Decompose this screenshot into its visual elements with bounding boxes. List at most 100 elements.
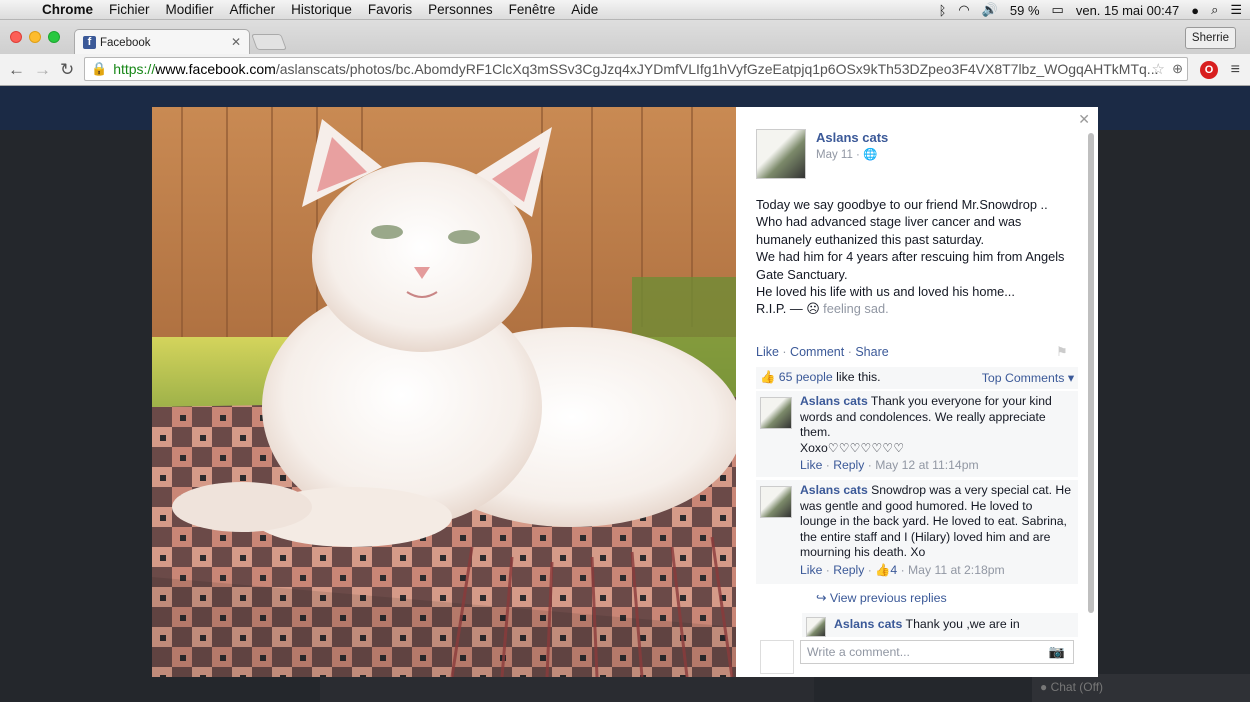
photo-viewer: ✕ Aslans cats May 11 · 🌐 Today we say go…: [152, 107, 1098, 677]
comment-item: Aslans cats Thank you everyone for your …: [756, 391, 1078, 477]
browser-toolbar: ← → ↻ 🔒 https:// www.facebook.com /aslan…: [0, 54, 1250, 86]
menu-aide[interactable]: Aide: [571, 2, 598, 17]
new-tab-button[interactable]: [251, 34, 287, 50]
share-link[interactable]: Share: [855, 345, 888, 359]
thumbs-up-icon: 👍: [875, 562, 891, 577]
menu-historique[interactable]: Historique: [291, 2, 352, 17]
bookmark-star-icon[interactable]: ☆: [1152, 60, 1165, 78]
comment-body: Aslans cats Snowdrop was a very special …: [800, 483, 1072, 578]
comment-time[interactable]: May 11 at 2:18pm: [908, 563, 1005, 577]
comment-link[interactable]: Comment: [790, 345, 844, 359]
current-user-avatar: [760, 640, 794, 674]
lock-icon: 🔒: [91, 61, 108, 76]
comment-meta: Like · Reply · 👍4 · May 11 at 2:18pm: [800, 562, 1005, 577]
reload-icon[interactable]: ↻: [60, 60, 74, 80]
panel-scrollbar[interactable]: [1088, 133, 1094, 613]
post-side-panel: ✕ Aslans cats May 11 · 🌐 Today we say go…: [736, 107, 1098, 677]
close-viewer-icon[interactable]: ✕: [1078, 111, 1090, 128]
comment-text-extra: Xoxo♡♡♡♡♡♡♡: [800, 440, 905, 455]
reply-author[interactable]: Aslans cats: [834, 617, 902, 631]
post-actions: Like · Comment · Share: [756, 345, 889, 359]
thumbs-up-icon: 👍: [760, 370, 776, 384]
facebook-favicon-icon: f: [83, 36, 96, 49]
extension-icon[interactable]: O: [1200, 61, 1218, 79]
post-line: Today we say goodbye to our friend Mr.Sn…: [756, 197, 1048, 212]
commenter-name[interactable]: Aslans cats: [800, 483, 868, 497]
post-line: He loved his life with us and loved his …: [756, 284, 1015, 300]
post-date[interactable]: May 11 · 🌐: [816, 147, 877, 161]
forward-icon[interactable]: →: [34, 60, 51, 80]
comment-like-link[interactable]: Like: [800, 563, 822, 577]
write-comment-input[interactable]: Write a comment... 📷: [800, 640, 1074, 664]
cat-photo[interactable]: [152, 107, 736, 677]
view-previous-label: View previous replies: [829, 591, 947, 605]
status-area: ᛒ ◠ 🔊 59 % ▭ ven. 15 mai 00:47 ● ⌕ ☰: [939, 0, 1242, 20]
cat-photo-illustration: [152, 107, 736, 677]
tab-title: Facebook: [100, 36, 151, 49]
dimmed-post-actions: [320, 676, 814, 702]
comment-time[interactable]: May 12 at 11:14pm: [875, 458, 978, 472]
comment-body: Aslans cats Thank you everyone for your …: [800, 394, 1072, 474]
like-link[interactable]: Like: [756, 345, 779, 359]
zoom-icon[interactable]: ⊕: [1172, 61, 1183, 77]
menu-fichier[interactable]: Fichier: [109, 2, 150, 17]
menu-chrome[interactable]: Chrome: [42, 2, 93, 17]
menu-fenetre[interactable]: Fenêtre: [509, 2, 556, 17]
address-bar[interactable]: 🔒 https:// www.facebook.com /aslanscats/…: [84, 57, 1188, 81]
chat-sidebar-tab[interactable]: ● Chat (Off): [1032, 674, 1250, 702]
zoom-window-button[interactable]: [48, 31, 60, 43]
menu-favoris[interactable]: Favoris: [368, 2, 412, 17]
globe-icon: 🌐: [863, 149, 878, 161]
comment-like-link[interactable]: Like: [800, 458, 822, 472]
post-line: Gate Sanctuary.: [756, 266, 848, 282]
post-text: Today we say goodbye to our friend Mr.Sn…: [756, 196, 1088, 318]
likes-count-link[interactable]: 65 people: [779, 370, 833, 384]
reply-arrow-icon: ↪: [816, 591, 830, 605]
menu-afficher[interactable]: Afficher: [230, 2, 276, 17]
menu-personnes[interactable]: Personnes: [428, 2, 493, 17]
commenter-avatar[interactable]: [760, 397, 792, 429]
top-comments-dropdown[interactable]: Top Comments ▾: [982, 371, 1074, 385]
write-comment-placeholder: Write a comment...: [807, 645, 910, 659]
close-window-button[interactable]: [10, 31, 22, 43]
reply-preview: Aslans cats Thank you ,we are in: [802, 613, 1078, 637]
profile-button[interactable]: Sherrie: [1184, 27, 1236, 49]
flag-icon[interactable]: ⚑: [1056, 344, 1068, 360]
camera-icon[interactable]: 📷: [1049, 644, 1065, 660]
user-icon[interactable]: ●: [1191, 3, 1199, 18]
chrome-menu-icon[interactable]: ≡: [1231, 61, 1240, 79]
page-avatar[interactable]: [756, 129, 806, 179]
post-author[interactable]: Aslans cats: [816, 130, 888, 145]
url-host: www.facebook.com: [155, 61, 276, 77]
clock[interactable]: ven. 15 mai 00:47: [1076, 3, 1179, 18]
minimize-window-button[interactable]: [29, 31, 41, 43]
post-date-text: May 11 ·: [816, 149, 860, 161]
post-rip-line: R.I.P. — ☹ feeling sad.: [756, 300, 1088, 317]
view-previous-replies[interactable]: ↪ View previous replies: [816, 590, 947, 605]
comment-meta: Like · Reply · May 12 at 11:14pm: [800, 458, 979, 472]
menu-modifier[interactable]: Modifier: [166, 2, 214, 17]
commenter-avatar[interactable]: [760, 486, 792, 518]
spotlight-icon[interactable]: ⌕: [1211, 2, 1218, 18]
comment-reply-link[interactable]: Reply: [833, 563, 864, 577]
url-path: /aslanscats/photos/bc.AbomdyRF1ClcXq3mSS…: [275, 61, 1159, 77]
back-icon[interactable]: ←: [8, 60, 25, 80]
notification-icon[interactable]: ☰: [1230, 2, 1242, 18]
battery-icon[interactable]: ▭: [1052, 2, 1064, 18]
battery-percent[interactable]: 59 %: [1010, 3, 1040, 18]
tab-strip: f Facebook ✕ Sherrie: [0, 20, 1250, 55]
bluetooth-icon[interactable]: ᛒ: [939, 3, 947, 18]
likes-suffix: like this.: [832, 370, 881, 384]
chat-status: Chat (Off): [1050, 680, 1104, 694]
commenter-name[interactable]: Aslans cats: [800, 394, 868, 408]
tab-facebook[interactable]: f Facebook ✕: [74, 29, 250, 55]
likes-summary: 👍 65 people like this. Top Comments ▾: [756, 367, 1078, 389]
volume-icon[interactable]: 🔊: [982, 2, 998, 18]
wifi-icon[interactable]: ◠: [958, 2, 969, 18]
comment-reply-link[interactable]: Reply: [833, 458, 864, 472]
feeling-text[interactable]: feeling sad.: [823, 301, 888, 316]
reply-avatar[interactable]: [806, 617, 826, 637]
mac-menu-bar: Chrome Fichier Modifier Afficher Histori…: [0, 0, 1250, 20]
close-tab-icon[interactable]: ✕: [231, 35, 241, 49]
comment-likes[interactable]: 👍4: [875, 563, 897, 577]
